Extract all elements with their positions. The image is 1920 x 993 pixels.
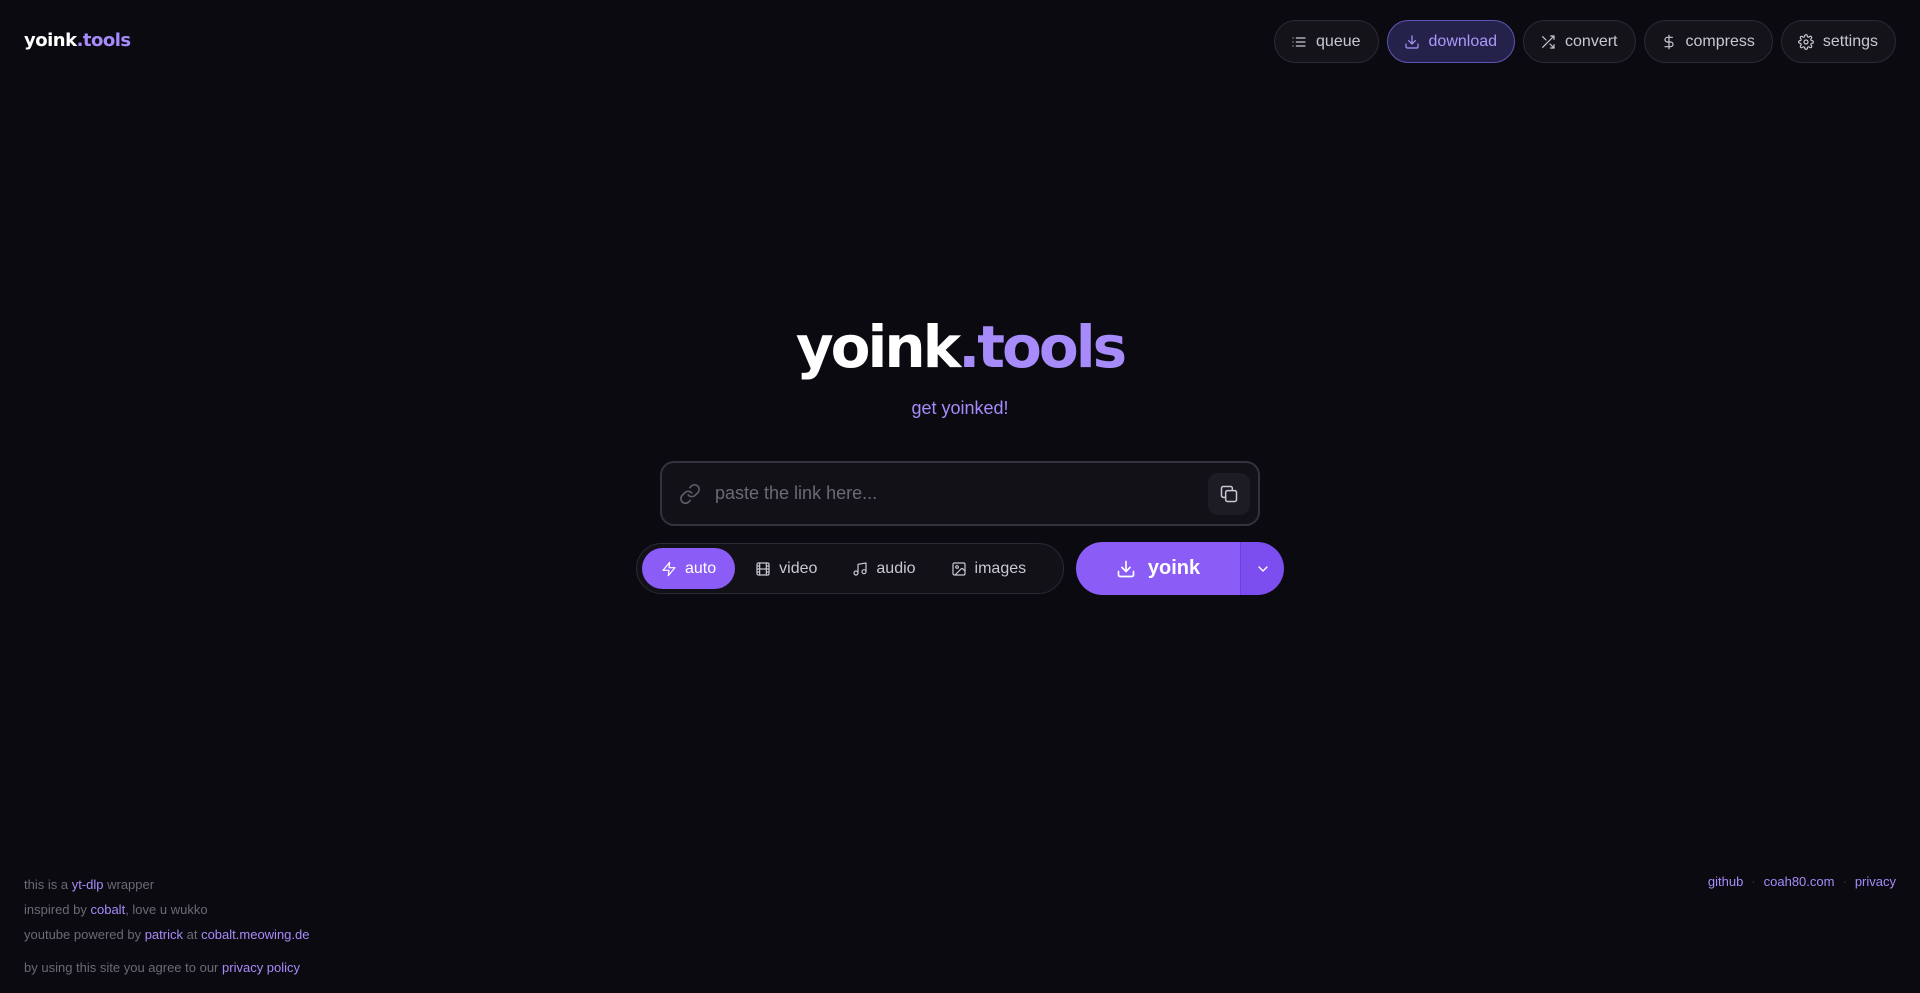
yoink-button-group: yoink (1076, 542, 1284, 595)
nav-queue-button[interactable]: queue (1274, 20, 1379, 63)
yt-dlp-link[interactable]: yt-dlp (72, 877, 104, 892)
tagline: get yoinked! (911, 398, 1009, 418)
nav-queue-label: queue (1316, 32, 1361, 50)
nav-convert-button[interactable]: convert (1523, 20, 1636, 63)
mode-images-label: images (974, 559, 1027, 577)
mode-auto-label: auto (685, 559, 717, 577)
page: yoink.tools queue download convert compr… (0, 0, 1920, 993)
link-icon (680, 483, 700, 504)
logo-accent-text: .tools (76, 30, 132, 51)
list-icon (1292, 36, 1306, 47)
coah80-link[interactable]: coah80.com (1764, 872, 1835, 892)
film-icon (756, 561, 770, 576)
nav-compress-button[interactable]: compress (1643, 20, 1773, 63)
nav-convert-label: convert (1565, 32, 1618, 50)
paste-button[interactable] (1208, 472, 1250, 515)
nav-download-button[interactable]: download (1386, 20, 1516, 63)
footer-spacer (24, 947, 309, 955)
footer-line-4: by using this site you agree to our priv… (24, 955, 309, 980)
cobalt-meowing-link[interactable]: cobalt.meowing.de (201, 927, 309, 942)
mode-audio[interactable]: audio (834, 548, 930, 589)
footer-line-3: youtube powered by patrick at cobalt.meo… (24, 922, 309, 947)
url-input-box (660, 461, 1260, 526)
footer-text: by using this site you agree to our (24, 960, 223, 975)
patrick-link[interactable]: patrick (145, 927, 183, 942)
footer-text: wrapper (103, 877, 155, 892)
mode-images[interactable]: images (933, 548, 1042, 589)
mode-audio-label: audio (876, 559, 916, 577)
hero-title-accent: .tools (958, 313, 1127, 381)
separator-dot: · (1751, 874, 1756, 889)
yoink-button[interactable]: yoink (1076, 542, 1240, 595)
hero-title: yoink.tools (0, 318, 1920, 376)
image-icon (951, 561, 966, 576)
music-icon (853, 561, 867, 576)
privacy-policy-link[interactable]: privacy policy (222, 960, 300, 975)
nav-settings-label: settings (1822, 32, 1878, 50)
privacy-link[interactable]: privacy (1855, 872, 1896, 892)
clipboard-icon (1220, 485, 1238, 502)
yoink-button-label: yoink (1147, 557, 1201, 579)
bolt-icon (662, 561, 676, 576)
github-link[interactable]: github (1708, 872, 1743, 892)
hero-title-main: yoink (795, 313, 961, 381)
mode-video[interactable]: video (737, 548, 832, 589)
footer-line-1: this is a yt-dlp wrapper (24, 872, 309, 897)
mode-auto[interactable]: auto (642, 548, 736, 589)
dollar-icon (1663, 34, 1674, 49)
footer-text: at (183, 927, 202, 942)
gear-icon (1797, 33, 1814, 50)
url-input[interactable] (715, 483, 1208, 504)
footer-text: inspired by (24, 902, 91, 917)
top-nav: queue download convert compress settings (1274, 20, 1896, 63)
download-icon (1117, 560, 1135, 577)
nav-download-label: download (1428, 32, 1498, 50)
footer-text: , love u wukko (125, 902, 208, 917)
footer-credits: this is a yt-dlp wrapper inspired by cob… (24, 872, 309, 980)
footer-text: youtube powered by (24, 927, 145, 942)
yoink-options-button[interactable] (1240, 542, 1284, 595)
cobalt-link[interactable]: cobalt (90, 902, 125, 917)
download-icon (1404, 34, 1419, 49)
footer-text: this is a (24, 877, 72, 892)
separator-dot: · (1842, 874, 1847, 889)
footer-links: github · coah80.com · privacy (1708, 872, 1896, 892)
mode-video-label: video (779, 559, 818, 577)
chevron-down-icon (1257, 565, 1268, 572)
nav-settings-button[interactable]: settings (1780, 20, 1896, 63)
shuffle-icon (1542, 34, 1555, 49)
mode-selector: auto video audio images (636, 543, 1064, 594)
footer-line-2: inspired by cobalt, love u wukko (24, 897, 309, 922)
nav-compress-label: compress (1685, 32, 1755, 50)
header-logo[interactable]: yoink.tools (24, 30, 131, 51)
logo-main-text: yoink (24, 30, 77, 51)
